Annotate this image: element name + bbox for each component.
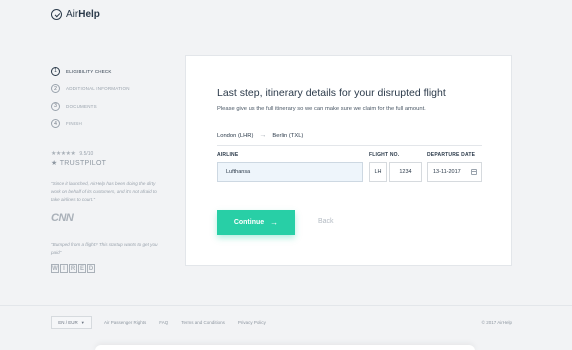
route-to: Berlin (TXL) [272, 132, 304, 139]
itinerary-form-card: Last step, itinerary details for your di… [185, 55, 512, 266]
back-link[interactable]: Back [318, 218, 334, 225]
airline-label: AIRLINE [217, 152, 239, 158]
step-number: 4 [51, 119, 60, 128]
step-label: FINISH [66, 121, 82, 126]
continue-button[interactable]: Continue → [217, 210, 295, 235]
footer-links: Air Passenger Rights FAQ Terms and Condi… [104, 320, 279, 325]
arrow-right-icon: → [270, 218, 279, 227]
flight-number-input[interactable]: 1234 [389, 162, 422, 182]
star-rating-icon: ★★★★★ [51, 151, 76, 157]
footer-link-faq[interactable]: FAQ [159, 320, 168, 325]
footer-link-air-passenger-rights[interactable]: Air Passenger Rights [104, 320, 146, 325]
step-label: ELIGIBILITY CHECK [66, 68, 112, 74]
cnn-logo: CNN [51, 212, 74, 224]
chevron-down-icon: ▼ [80, 320, 85, 325]
trustpilot-rating: ★★★★★ 9.5/10 ★ TRUSTPILOT [51, 150, 107, 168]
arrow-right-icon: → [259, 132, 267, 139]
step-documents: 3 DOCUMENTS [51, 101, 171, 111]
step-additional-information: 2 ADDITIONAL INFORMATION [51, 84, 171, 94]
calendar-icon[interactable] [471, 169, 477, 175]
step-eligibility-check: 1 ELIGIBILITY CHECK [51, 66, 171, 76]
testimonial-quote-cnn: "Since it launched, AirHelp has been doi… [51, 181, 157, 202]
step-label: DOCUMENTS [66, 103, 97, 109]
step-number: 1 [51, 66, 60, 76]
language-currency-select[interactable]: EN / EUR ▼ [51, 316, 92, 329]
step-finish: 4 FINISH [51, 119, 171, 129]
step-number: 3 [51, 101, 60, 111]
airhelp-logo[interactable]: AirHelp [51, 9, 100, 20]
flight-route: London (LHR) → Berlin (TXL) [217, 132, 303, 139]
wired-logo: WIRED [51, 264, 95, 273]
rating-score: 9.5/10 [79, 150, 94, 157]
top-header: AirHelp [0, 0, 572, 30]
departure-date-label: DEPARTURE DATE [427, 152, 476, 158]
chat-widget-edge [95, 345, 475, 350]
flight-code-input[interactable]: LH [369, 162, 387, 182]
footer-divider [0, 305, 572, 306]
footer-link-privacy[interactable]: Privacy Policy [238, 320, 266, 325]
progress-steps: 1 ELIGIBILITY CHECK 2 ADDITIONAL INFORMA… [51, 66, 171, 136]
testimonial-quote-wired: "Bumped from a flight? This startup want… [51, 242, 158, 255]
form-subtitle: Please give us the full itinerary so we … [217, 106, 426, 112]
footer-link-terms[interactable]: Terms and Conditions [181, 320, 225, 325]
departure-date-input[interactable]: 13-11-2017 [427, 162, 482, 182]
trustpilot-label: ★ TRUSTPILOT [51, 160, 107, 167]
step-label: ADDITIONAL INFORMATION [66, 86, 130, 91]
airline-input[interactable]: Lufthansa [217, 162, 363, 182]
divider [217, 145, 482, 146]
airhelp-logo-icon [51, 9, 62, 20]
form-title: Last step, itinerary details for your di… [217, 87, 446, 99]
date-value: 13-11-2017 [433, 169, 461, 175]
copyright: © 2017 AirHelp [481, 320, 512, 325]
logo-text: AirHelp [66, 9, 100, 20]
step-number: 2 [51, 84, 60, 93]
route-from: London (LHR) [217, 132, 254, 139]
flight-number-label: FLIGHT NO. [369, 152, 400, 158]
